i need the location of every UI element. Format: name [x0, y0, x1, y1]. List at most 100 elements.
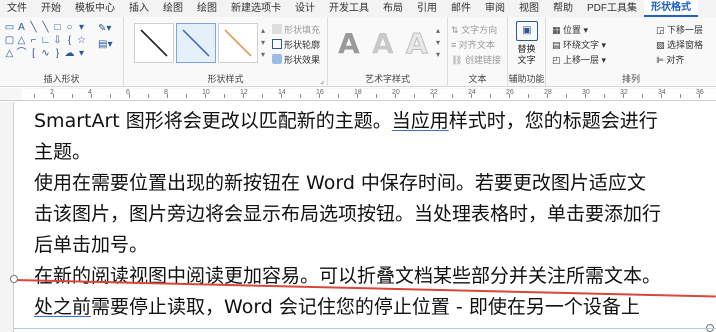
bring-forward-icon: ◰ [552, 55, 561, 65]
ruler-tick [110, 94, 111, 98]
curve-shape-icon[interactable]: ⌒ [16, 48, 27, 59]
triangle-shape-icon[interactable]: △ [4, 48, 15, 59]
ruler-tick [490, 94, 491, 98]
tab-new-tab[interactable]: 新建选项卡 [224, 0, 288, 17]
rect-shape-icon[interactable]: ▢ [4, 35, 15, 46]
tab-design[interactable]: 设计 [288, 0, 322, 17]
text-direction-button[interactable]: ⇅ 文字方向 [451, 23, 497, 36]
alt-text-icon[interactable]: ▣ [516, 21, 538, 41]
wordart-style-1[interactable]: A [338, 27, 360, 60]
more-shapes-icon[interactable]: ▾ [76, 48, 87, 59]
tab-draw-2[interactable]: 绘图 [190, 0, 224, 17]
wrap-text-icon: ▤ [552, 40, 561, 50]
tab-insert[interactable]: 插入 [122, 0, 156, 17]
gallery-scroll-icon[interactable]: ▴ ▾ ▾ [436, 25, 440, 61]
ruler-tick [148, 94, 149, 98]
align-text-button[interactable]: ≡ 对齐文本 [451, 38, 495, 51]
text-shape-icon[interactable]: A [16, 22, 27, 33]
tab-references[interactable]: 引用 [410, 0, 444, 17]
tab-home[interactable]: 开始 [34, 0, 68, 17]
alt-text-button[interactable]: 替换 文字 [508, 44, 545, 66]
group-shape-styles: ▴ ▾ ▾ 形状填充 形状轮廓 形状效果 形状样式 ⌟ [124, 17, 328, 87]
position-button[interactable]: ▦ 位置 ▾ [552, 23, 588, 36]
tab-help[interactable]: 帮助 [546, 0, 580, 17]
align-text-icon: ≡ [451, 40, 457, 50]
text-line-5[interactable]: 后单击加号。 [34, 230, 148, 261]
connector-shape-icon[interactable]: ⌐ [28, 35, 39, 46]
more-shapes-icon[interactable]: ▾ [76, 22, 87, 33]
wrap-text-button[interactable]: ▤ 环绕文字 ▾ [552, 38, 606, 51]
tab-pdf-tools[interactable]: PDF工具集 [580, 0, 644, 17]
rectangle-shape-icon[interactable]: □ [52, 22, 63, 33]
ruler-tick [376, 94, 377, 98]
ruler-number: 6 [126, 89, 130, 96]
wordart-style-2[interactable]: A [372, 27, 394, 60]
freeform-shape-icon[interactable]: ∿ [40, 48, 51, 59]
ruler-tick [186, 94, 187, 98]
star-shape-icon[interactable]: ☆ [76, 35, 87, 46]
line-start-handle[interactable] [10, 275, 18, 283]
create-link-button[interactable]: ⛓ 创建链接 [451, 53, 501, 66]
bring-forward-button[interactable]: ◰ 上移一层 ▾ [552, 53, 606, 66]
tab-file[interactable]: 文件 [0, 0, 34, 17]
brace-shape-icon[interactable]: { [64, 35, 75, 46]
elbow-shape-icon[interactable]: ∟ [40, 35, 51, 46]
gallery-scroll-icon[interactable]: ▴ ▾ ▾ [261, 25, 265, 61]
cloud-shape-icon[interactable]: ☁ [64, 48, 75, 59]
tab-view[interactable]: 视图 [512, 0, 546, 17]
ruler-tick [72, 94, 73, 98]
tab-review[interactable]: 审阅 [478, 0, 512, 17]
shape-effects-button[interactable]: 形状效果 [272, 53, 320, 66]
tab-mailings[interactable]: 邮件 [444, 0, 478, 17]
ruler-tick [566, 94, 567, 98]
shape-style-blue[interactable] [176, 23, 216, 63]
ruler-tick [262, 94, 263, 98]
shape-style-orange[interactable] [218, 23, 258, 63]
line-shape-icon[interactable]: ╲ [40, 22, 51, 33]
group-wordart-styles: A A A ▴ ▾ ▾ 艺术字样式 [328, 17, 448, 87]
text-box-icon[interactable]: ▤▾ [98, 39, 112, 50]
text-line-1[interactable]: SmartArt 图形将会更改以匹配新的主题。当应用样式时，您的标题会进行 [34, 106, 658, 137]
horizontal-ruler[interactable]: 2 4 6 8 10 12 14 16 18 20 22 24 26 28 30 32 34 36 [0, 88, 716, 101]
ruler-tick [528, 94, 529, 98]
line-shape-icon[interactable]: ╲ [28, 22, 39, 33]
shape-fill-button[interactable]: 形状填充 [272, 23, 320, 36]
brace-shape-icon[interactable]: } [52, 48, 63, 59]
ruler-number: 36 [696, 89, 704, 96]
selection-pane-button[interactable]: ▧ 选择窗格 [656, 38, 703, 51]
vertical-ruler[interactable] [0, 102, 14, 332]
dialog-launcher-icon[interactable]: ⌟ [320, 76, 324, 85]
tab-developer[interactable]: 开发工具 [322, 0, 376, 17]
text-line-3[interactable]: 使用在需要位置出现的新按钮在 Word 中保存时间。若要更改图片适应文 [34, 168, 646, 199]
tab-draw[interactable]: 绘图 [156, 0, 190, 17]
arrow-shape-icon[interactable]: ⇩ [52, 35, 63, 46]
ruler-tick [604, 94, 605, 98]
send-backward-button[interactable]: ◲ 下移一层 [656, 23, 703, 36]
triangle-shape-icon[interactable]: △ [16, 35, 27, 46]
group-label: 艺术字样式 [364, 74, 410, 84]
group-label: 插入形状 [43, 74, 80, 84]
document-area[interactable]: SmartArt 图形将会更改以匹配新的主题。当应用样式时，您的标题会进行 主题… [0, 102, 716, 332]
text-line-4[interactable]: 击该图片，图片旁边将会显示布局选项按钮。当处理表格时，单击要添加行 [34, 199, 661, 230]
tab-template-center[interactable]: 模板中心 [68, 0, 122, 17]
ruler-number: 4 [88, 89, 92, 96]
text-line-7[interactable]: 处之前需要停止读取，Word 会记住您的停止位置 - 即使在另一个设备上 [34, 292, 640, 323]
selection-pane-icon: ▧ [656, 40, 665, 50]
shape-style-black[interactable] [134, 23, 174, 63]
ruler-number: 20 [392, 89, 400, 96]
tab-shape-format[interactable]: 形状格式 [644, 0, 698, 17]
tab-layout[interactable]: 布局 [376, 0, 410, 17]
bracket-shape-icon[interactable]: [ [28, 48, 39, 59]
oval-shape-icon[interactable]: ○ [64, 22, 75, 33]
ruler-number: 8 [164, 89, 168, 96]
textbox-shape-icon[interactable]: ▭ [4, 22, 15, 33]
group-label: 形状样式 [207, 74, 244, 84]
align-button[interactable]: ⊫ 对齐 [656, 53, 684, 66]
shape-gallery[interactable]: ▭ A ╲ ╲ □ ○ ▾ ▢ △ ⌐ ∟ ⇩ { ☆ △ ⌒ [ ∿ } ☁ … [4, 22, 87, 59]
edit-shape-icon[interactable]: ✎▾ [98, 23, 111, 34]
text-line-2[interactable]: 主题。 [34, 137, 91, 168]
group-arrange: ▦ 位置 ▾ ▤ 环绕文字 ▾ ◰ 上移一层 ▾ ◲ 下移一层 ▧ 选择窗格 ⊫… [546, 17, 716, 87]
wordart-style-3[interactable]: A [406, 27, 429, 61]
paint-bucket-icon [272, 24, 282, 34]
shape-outline-button[interactable]: 形状轮廓 [272, 38, 320, 51]
